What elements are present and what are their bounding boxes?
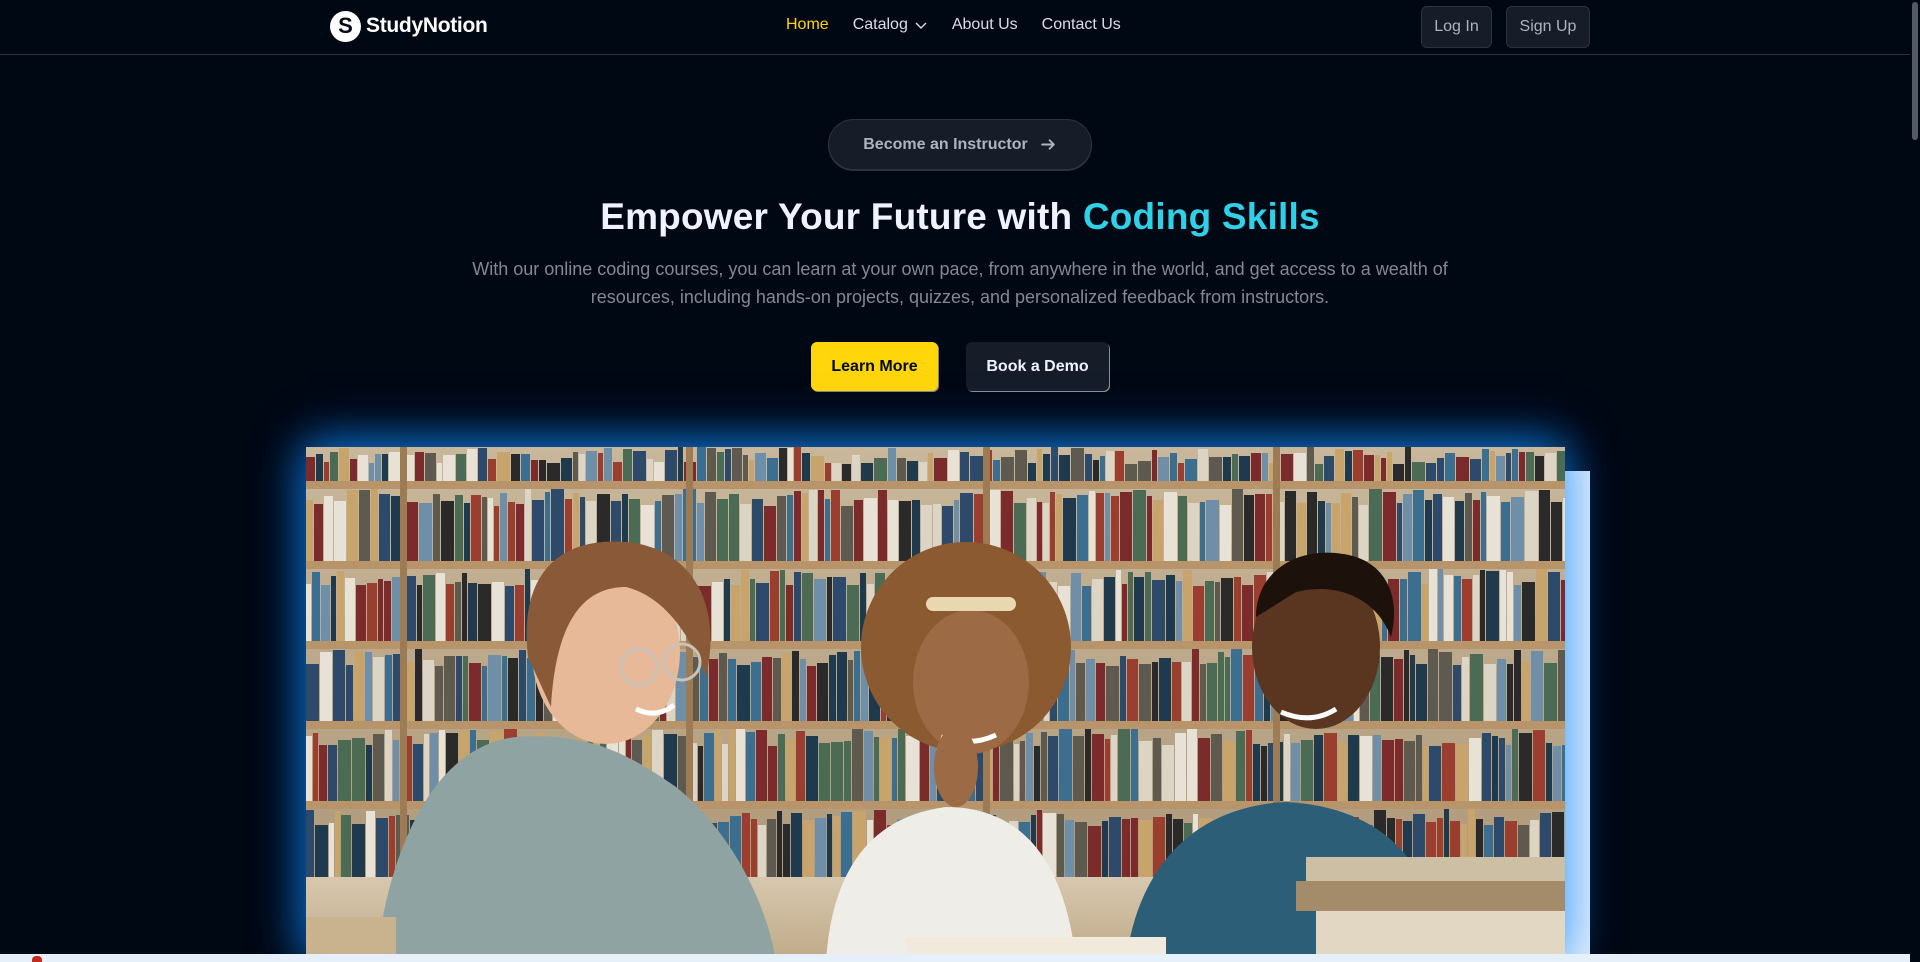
hero-image — [306, 447, 1565, 962]
nav-home-label: Home — [786, 16, 829, 33]
nav-about-label: About Us — [951, 16, 1018, 33]
students-library-illustration — [306, 447, 1565, 962]
nav-catalog[interactable]: Catalog — [853, 16, 928, 34]
headline-highlight: Coding Skills — [1082, 196, 1320, 237]
logo[interactable]: S StudyNotion — [330, 10, 488, 42]
hero-headline: Empower Your Future with Coding Skills — [0, 196, 1920, 238]
page-scrollbar[interactable] — [1910, 0, 1920, 962]
status-indicator — [32, 956, 42, 962]
nav-contact[interactable]: Contact Us — [1042, 16, 1121, 34]
hero-subtext: With our online coding courses, you can … — [472, 259, 1448, 307]
headline-prefix: Empower Your Future with — [600, 196, 1073, 237]
nav-catalog-label: Catalog — [852, 16, 908, 33]
logo-text: StudyNotion — [366, 14, 488, 37]
nav-home[interactable]: Home — [786, 16, 829, 34]
arrow-right-icon — [1040, 139, 1055, 150]
navbar: S StudyNotion Home Catalog About Us Cont… — [0, 0, 1920, 55]
login-button[interactable]: Log In — [1421, 6, 1492, 48]
nav-contact-label: Contact Us — [1041, 16, 1121, 33]
become-instructor-button[interactable]: Become an Instructor — [828, 119, 1092, 170]
chevron-down-icon — [915, 22, 927, 29]
become-instructor-label: Become an Instructor — [863, 135, 1028, 153]
window-bottom-strip — [0, 954, 1920, 962]
scrollbar-thumb[interactable] — [1912, 2, 1918, 140]
book-demo-button[interactable]: Book a Demo — [966, 342, 1109, 391]
logo-mark: S — [330, 10, 361, 42]
learn-more-button[interactable]: Learn More — [811, 342, 938, 391]
nav-about[interactable]: About Us — [952, 16, 1018, 34]
signup-button[interactable]: Sign Up — [1506, 6, 1590, 48]
nav-links: Home Catalog About Us Contact Us — [786, 16, 1121, 34]
